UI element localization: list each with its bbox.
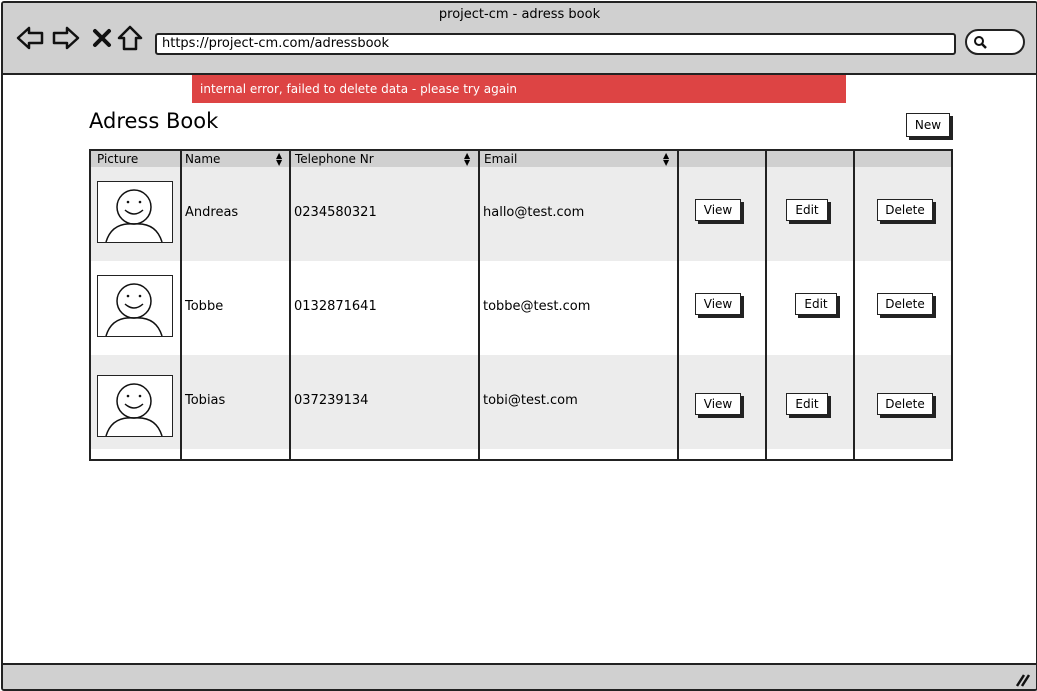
column-divider [853, 151, 855, 459]
header-picture: Picture [97, 152, 139, 166]
header-telephone[interactable]: Telephone Nr [291, 151, 479, 167]
status-bar [3, 663, 1036, 689]
view-button[interactable]: View [695, 393, 741, 415]
resize-grip-icon[interactable] [1014, 673, 1030, 687]
header-telephone-label: Telephone Nr [295, 152, 374, 166]
header-email-label: Email [484, 152, 518, 166]
contact-telephone: 0132871641 [294, 299, 377, 314]
window-title: project-cm - adress book [438, 7, 601, 22]
error-banner: internal error, failed to delete data - … [192, 75, 846, 103]
avatar [97, 181, 173, 243]
browser-titlebar: project-cm - adress book https://project… [3, 3, 1036, 75]
header-name[interactable]: Name [181, 151, 289, 167]
page-title: Adress Book [89, 109, 219, 133]
contact-name: Andreas [185, 205, 239, 220]
delete-button[interactable]: Delete [877, 199, 933, 221]
delete-button[interactable]: Delete [877, 393, 933, 415]
avatar [97, 375, 173, 437]
delete-button[interactable]: Delete [877, 293, 933, 315]
contact-name: Tobias [185, 393, 226, 408]
address-bar[interactable]: https://project-cm.com/adressbook [155, 33, 956, 55]
browser-window: project-cm - adress book https://project… [1, 1, 1037, 691]
view-button[interactable]: View [695, 293, 741, 315]
address-table: Picture Name ▲ ▼ Telephone Nr ▲ ▼ Email ▲ ▼ [89, 149, 953, 461]
table-row: Andreas 0234580321 hallo@test.com View E… [91, 167, 951, 261]
column-divider [180, 151, 182, 459]
edit-button[interactable]: Edit [786, 393, 828, 415]
contact-name: Tobbe [185, 299, 224, 314]
sort-icon[interactable]: ▲ ▼ [663, 152, 669, 167]
table-header: Picture Name ▲ ▼ Telephone Nr ▲ ▼ Email ▲ ▼ [91, 151, 951, 167]
contact-email: tobi@test.com [483, 393, 578, 408]
column-divider [289, 151, 291, 459]
back-arrow-icon[interactable] [15, 23, 45, 53]
column-divider [765, 151, 767, 459]
edit-button[interactable]: Edit [786, 199, 828, 221]
sort-icon[interactable]: ▲ ▼ [464, 152, 470, 167]
contact-email: hallo@test.com [483, 205, 585, 220]
sort-icon[interactable]: ▲ ▼ [276, 152, 282, 167]
new-button[interactable]: New [906, 113, 950, 137]
column-divider [478, 151, 480, 459]
edit-button[interactable]: Edit [795, 293, 837, 315]
table-row: Tobbe 0132871641 tobbe@test.com View Edi… [91, 261, 951, 355]
contact-telephone: 0234580321 [294, 205, 377, 220]
contact-telephone: 037239134 [294, 393, 369, 408]
header-name-label: Name [185, 152, 221, 166]
close-icon[interactable] [87, 23, 117, 53]
home-icon[interactable] [115, 23, 145, 53]
contact-email: tobbe@test.com [483, 299, 591, 314]
forward-arrow-icon[interactable] [51, 23, 81, 53]
search-field[interactable] [965, 29, 1025, 55]
view-button[interactable]: View [695, 199, 741, 221]
column-divider [677, 151, 679, 459]
search-icon [974, 36, 987, 49]
table-row: Tobias 037239134 tobi@test.com View Edit… [91, 355, 951, 449]
avatar [97, 275, 173, 337]
header-email[interactable]: Email [480, 151, 678, 167]
